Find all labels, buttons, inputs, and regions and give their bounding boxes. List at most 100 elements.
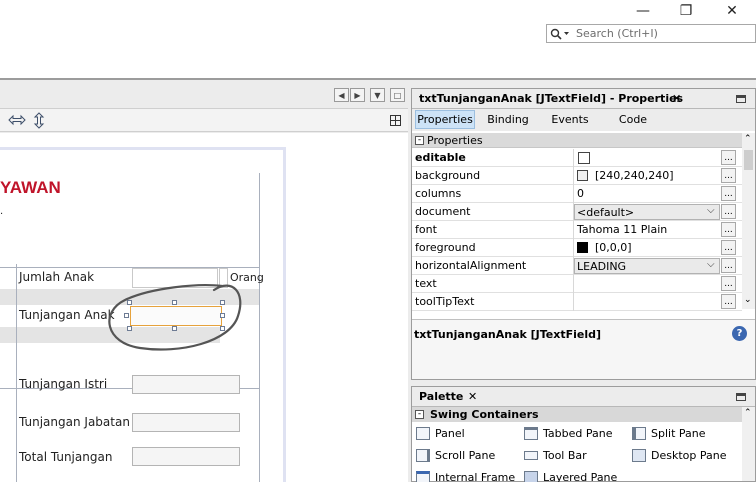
column-divider <box>573 149 574 167</box>
editable-checkbox[interactable] <box>578 152 590 164</box>
properties-title: txtTunjanganAnak [JTextField] - Properti… <box>419 92 684 105</box>
property-editor-button[interactable]: ... <box>721 222 736 237</box>
palette-item-label: Desktop Pane <box>651 448 727 462</box>
property-row-text[interactable]: text ... <box>412 275 742 293</box>
palette-item-tool-bar[interactable]: Tool Bar <box>524 446 587 464</box>
column-divider <box>573 221 574 239</box>
palette-title-bar: Palette ✕ <box>412 387 755 407</box>
property-editor-button[interactable]: ... <box>721 150 736 165</box>
palette-item-internal-frame[interactable]: Internal Frame <box>416 468 515 482</box>
scroll-down-icon[interactable]: ⌄ <box>744 295 752 305</box>
annotation-circle <box>108 284 242 351</box>
property-name: text <box>415 277 437 290</box>
minimize-window-icon[interactable] <box>736 393 746 401</box>
property-row-horizontal-alignment[interactable]: horizontalAlignment LEADING ⌵ ... <box>412 257 742 275</box>
property-row-tooltip-text[interactable]: toolTipText ... <box>412 293 742 311</box>
collapse-icon[interactable]: - <box>415 136 424 145</box>
property-description-panel: txtTunjanganAnak [JTextField] ? <box>412 319 755 379</box>
scroll-up-icon[interactable]: ⌃ <box>744 134 752 144</box>
palette-category[interactable]: - Swing Containers <box>412 407 742 422</box>
palette-item-label: Layered Pane <box>543 470 618 482</box>
property-row-document[interactable]: document <default> ⌵ ... <box>412 203 742 221</box>
tab-code[interactable]: Code <box>610 110 656 129</box>
palette-item-label: Scroll Pane <box>435 448 496 462</box>
property-value: Tahoma 11 Plain <box>577 223 668 236</box>
palette-item-label: Tabbed Pane <box>543 426 613 440</box>
palette-item-split-pane[interactable]: Split Pane <box>632 424 706 442</box>
property-name: columns <box>415 187 462 200</box>
property-value: [0,0,0] <box>595 241 632 254</box>
property-name: foreground <box>415 241 476 254</box>
help-icon[interactable]: ? <box>732 326 747 341</box>
property-row-columns[interactable]: columns 0 ... <box>412 185 742 203</box>
properties-scrollbar[interactable]: ⌃ ⌄ <box>742 133 755 309</box>
column-divider <box>573 239 574 257</box>
palette-scrollbar[interactable]: ⌃ <box>742 407 755 481</box>
palette-item-desktop-pane[interactable]: Desktop Pane <box>632 446 726 464</box>
chevron-down-icon[interactable]: ⌵ <box>707 205 715 216</box>
layered-pane-icon <box>524 470 538 482</box>
color-swatch <box>577 170 588 181</box>
close-properties-icon[interactable]: ✕ <box>672 92 681 105</box>
palette-title: Palette <box>419 390 464 403</box>
chevron-down-icon[interactable]: ⌵ <box>707 259 715 270</box>
scroll-thumb[interactable] <box>744 150 753 170</box>
section-title: Properties <box>427 134 483 147</box>
palette-item-label: Split Pane <box>651 426 706 440</box>
panel-icon <box>416 426 430 440</box>
palette-item-tabbed-pane[interactable]: Tabbed Pane <box>524 424 612 442</box>
properties-window: txtTunjanganAnak [JTextField] - Properti… <box>411 88 756 380</box>
column-divider <box>573 275 574 293</box>
palette-item-panel[interactable]: Panel <box>416 424 465 442</box>
property-name: font <box>415 223 437 236</box>
tab-properties[interactable]: Properties <box>415 110 475 129</box>
column-divider <box>573 185 574 203</box>
property-editor-button[interactable]: ... <box>721 168 736 183</box>
document-combo[interactable]: <default> ⌵ <box>574 204 720 220</box>
property-name: document <box>415 205 471 218</box>
tab-events[interactable]: Events <box>545 110 595 129</box>
property-value: 0 <box>577 187 584 200</box>
combo-value: <default> <box>577 206 635 219</box>
minimize-window-icon[interactable] <box>736 95 746 103</box>
palette-item-label: Internal Frame <box>435 470 516 482</box>
palette-item-layered-pane[interactable]: Layered Pane <box>524 468 617 482</box>
properties-section-header[interactable]: - Properties <box>412 133 742 148</box>
color-swatch <box>577 242 588 253</box>
palette-item-scroll-pane[interactable]: Scroll Pane <box>416 446 495 464</box>
property-value: [240,240,240] <box>595 169 674 182</box>
property-editor-button[interactable]: ... <box>721 186 736 201</box>
property-name: background <box>415 169 481 182</box>
property-row-font[interactable]: font Tahoma 11 Plain ... <box>412 221 742 239</box>
palette-window: Palette ✕ - Swing Containers ⌃ Panel Tab… <box>411 386 756 482</box>
property-row-background[interactable]: background [240,240,240] ... <box>412 167 742 185</box>
scroll-up-icon[interactable]: ⌃ <box>744 408 752 418</box>
property-editor-button[interactable]: ... <box>721 294 736 309</box>
description-title: txtTunjanganAnak [JTextField] <box>414 328 602 341</box>
collapse-icon[interactable]: - <box>415 410 424 419</box>
split-pane-icon <box>632 426 646 440</box>
property-row-editable[interactable]: editable ... <box>412 149 742 167</box>
tab-binding[interactable]: Binding <box>482 110 534 129</box>
property-editor-button[interactable]: ... <box>721 276 736 291</box>
tabbed-pane-icon <box>524 426 538 440</box>
property-editor-button[interactable]: ... <box>721 258 736 273</box>
scroll-pane-icon <box>416 448 430 462</box>
desktop-pane-icon <box>632 448 646 462</box>
tool-bar-icon <box>524 450 538 460</box>
properties-title-bar: txtTunjanganAnak [JTextField] - Properti… <box>412 89 755 109</box>
combo-value: LEADING <box>577 260 627 273</box>
property-editor-button[interactable]: ... <box>721 204 736 219</box>
palette-item-label: Panel <box>435 426 465 440</box>
category-title: Swing Containers <box>430 408 539 421</box>
alignment-combo[interactable]: LEADING ⌵ <box>574 258 720 274</box>
close-palette-icon[interactable]: ✕ <box>468 390 477 403</box>
property-name: editable <box>415 151 466 164</box>
property-name: toolTipText <box>415 295 475 308</box>
palette-item-label: Tool Bar <box>543 448 587 462</box>
property-name: horizontalAlignment <box>415 259 527 272</box>
column-divider <box>573 293 574 311</box>
property-row-foreground[interactable]: foreground [0,0,0] ... <box>412 239 742 257</box>
property-editor-button[interactable]: ... <box>721 240 736 255</box>
column-divider <box>573 167 574 185</box>
